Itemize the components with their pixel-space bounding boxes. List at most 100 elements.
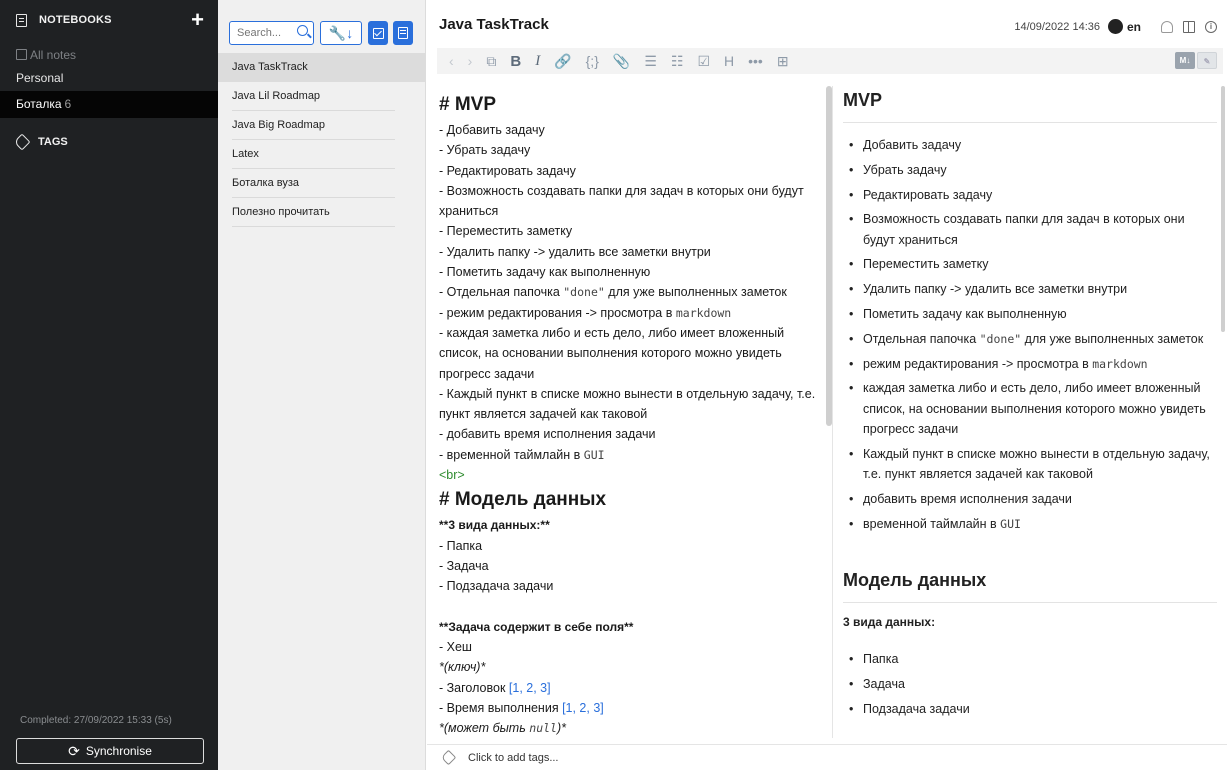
heading-icon[interactable]: H xyxy=(724,53,734,69)
new-note-button[interactable] xyxy=(393,21,413,45)
numbered-list-icon[interactable]: ☷ xyxy=(671,53,684,70)
source-line: - Переместить заметку xyxy=(439,224,573,239)
search-box[interactable] xyxy=(229,21,314,45)
source-bold-line: **Задача содержит в себе поля** xyxy=(439,619,634,634)
sidebar-item-personal[interactable]: Personal xyxy=(0,67,218,89)
preview-scrollbar[interactable] xyxy=(1221,86,1225,332)
italic-icon[interactable]: I xyxy=(535,53,540,70)
sidebar-item-botalka[interactable]: Боталка 6 xyxy=(0,91,218,118)
source-line: - Редактировать задачу xyxy=(439,163,576,178)
sync-status-text: Completed: 27/09/2022 15:33 (5s) xyxy=(20,715,172,726)
source-code: null xyxy=(529,721,557,736)
tag-bar[interactable]: Click to add tags... xyxy=(427,744,1227,770)
preview-code: "done" xyxy=(979,331,1022,346)
info-icon[interactable]: i xyxy=(1205,20,1217,33)
tags-title: TAGS xyxy=(38,136,68,148)
list-item[interactable]: Полезно прочитать xyxy=(218,198,425,227)
sidebar-item-label: Personal xyxy=(16,71,64,85)
preview-text: режим редактирования -> просмотра в xyxy=(863,356,1093,371)
source-link[interactable]: [1, 2, 3] xyxy=(509,681,551,695)
edit-view-button[interactable]: ✎ xyxy=(1197,52,1217,69)
source-line: - Убрать задачу xyxy=(439,143,531,158)
preview-list-item: каждая заметка либо и есть дело, либо им… xyxy=(849,378,1217,439)
search-icon[interactable] xyxy=(297,25,308,36)
source-line: - Папка xyxy=(439,538,483,553)
source-line: - Хеш xyxy=(439,640,472,655)
preview-heading: MVP xyxy=(843,86,1217,123)
source-line: - Удалить папку -> удалить все заметки в… xyxy=(439,244,711,259)
list-item[interactable]: Java TaskTrack xyxy=(218,53,425,82)
editor-panel: Java TaskTrack 14/09/2022 14:36 en i ‹ ›… xyxy=(427,0,1227,770)
layout-toggle-icon[interactable] xyxy=(1183,20,1195,33)
sidebar-item-label: All notes xyxy=(30,48,77,62)
add-notebook-button[interactable]: + xyxy=(191,9,204,31)
view-mode-toggle: M↓ ✎ xyxy=(1173,52,1217,69)
preview-list-item: Пометить задачу как выполненную xyxy=(849,304,1217,325)
attach-icon[interactable]: 📎 xyxy=(613,53,630,70)
search-input[interactable] xyxy=(237,27,293,39)
preview-list-item: Каждый пункт в списке можно вынести в от… xyxy=(849,444,1217,485)
alarm-icon[interactable] xyxy=(1161,20,1173,33)
source-line: - Время выполнения [1, 2, 3] xyxy=(439,698,819,718)
source-link[interactable]: [1, 2, 3] xyxy=(562,701,604,715)
source-html-tag: <br> xyxy=(439,468,465,483)
language-selector[interactable]: en xyxy=(1127,20,1141,34)
back-icon[interactable]: ‹ xyxy=(449,53,454,69)
note-date: 14/09/2022 14:36 xyxy=(1014,20,1100,33)
sync-icon: ⟳ xyxy=(68,742,80,759)
bullet-list-icon[interactable]: ☰ xyxy=(644,53,657,70)
tags-header[interactable]: TAGS xyxy=(13,133,68,151)
preview-text: временной таймлайн в xyxy=(863,516,1001,531)
list-item[interactable]: Java Lil Roadmap xyxy=(218,82,425,111)
sidebar-item-label: Боталка xyxy=(16,97,62,111)
source-heading: # MVP xyxy=(439,94,497,115)
source-italic-line: *(ключ)* xyxy=(439,660,486,675)
checklist-icon[interactable]: ☑ xyxy=(697,53,710,70)
globe-icon[interactable] xyxy=(1107,19,1123,34)
markdown-preview: MVP Добавить задачу Убрать задачу Редакт… xyxy=(843,86,1217,738)
list-item[interactable]: Java Big Roadmap xyxy=(218,111,425,140)
preview-list-item: Подзадача задачи xyxy=(849,699,1217,720)
source-text: - временной таймлайн в xyxy=(439,447,584,462)
preview-heading: Модель данных xyxy=(843,566,1217,604)
sidebar-item-all-notes[interactable]: All notes xyxy=(0,44,218,66)
preview-text: Отдельная папочка xyxy=(863,331,980,346)
list-item[interactable]: Боталка вуза xyxy=(218,169,425,198)
sort-button[interactable]: 🔧 ↓ xyxy=(320,21,362,45)
preview-list-item: Отдельная папочка "done" для уже выполне… xyxy=(849,329,1217,350)
source-line: - Задача xyxy=(439,558,489,573)
preview-list-item: Убрать задачу xyxy=(849,160,1217,181)
markdown-source-editor[interactable]: # MVP - Добавить задачу - Убрать задачу … xyxy=(439,90,819,738)
notebooks-header: NOTEBOOKS + xyxy=(0,0,218,40)
source-bold-line: **3 вида данных:** xyxy=(439,518,550,533)
preview-list-item: Удалить папку -> удалить все заметки вну… xyxy=(849,279,1217,300)
wrench-icon: 🔧 xyxy=(328,24,347,41)
markdown-view-button[interactable]: M↓ xyxy=(1175,52,1195,69)
add-tags-placeholder[interactable]: Click to add tags... xyxy=(468,752,559,764)
code-icon[interactable]: {;} xyxy=(586,53,599,69)
horizontal-rule-icon[interactable]: ••• xyxy=(748,53,763,69)
list-item[interactable]: Latex xyxy=(218,140,425,169)
source-line: - Отдельная папочка "done" для уже выпол… xyxy=(439,282,819,302)
bold-icon[interactable]: B xyxy=(510,53,521,70)
link-icon[interactable]: 🔗 xyxy=(554,53,571,70)
source-line: - режим редактирования -> просмотра в ma… xyxy=(439,303,819,323)
forward-icon[interactable]: › xyxy=(468,53,473,69)
preview-text: для уже выполненных заметок xyxy=(1021,331,1204,346)
toggle-todo-button[interactable] xyxy=(368,21,388,45)
synchronise-label: Synchronise xyxy=(85,744,152,758)
synchronise-button[interactable]: ⟳ Synchronise xyxy=(16,738,204,764)
source-text: - Время выполнения xyxy=(439,701,563,716)
source-code: "done" xyxy=(563,285,605,300)
source-text: *(может быть xyxy=(439,721,530,736)
note-icon xyxy=(398,27,408,39)
note-meta: 14/09/2022 14:36 en i xyxy=(1014,19,1217,34)
source-line: - временной таймлайн в GUI xyxy=(439,445,819,465)
source-text: - Заголовок xyxy=(439,680,509,695)
external-edit-icon[interactable]: ⧉ xyxy=(486,53,496,70)
note-title[interactable]: Java TaskTrack xyxy=(439,16,549,33)
pane-divider[interactable] xyxy=(832,86,833,738)
checkbox-icon xyxy=(372,27,384,39)
sort-down-arrow-icon: ↓ xyxy=(346,25,354,41)
insert-time-icon[interactable]: ⊞ xyxy=(777,53,789,70)
